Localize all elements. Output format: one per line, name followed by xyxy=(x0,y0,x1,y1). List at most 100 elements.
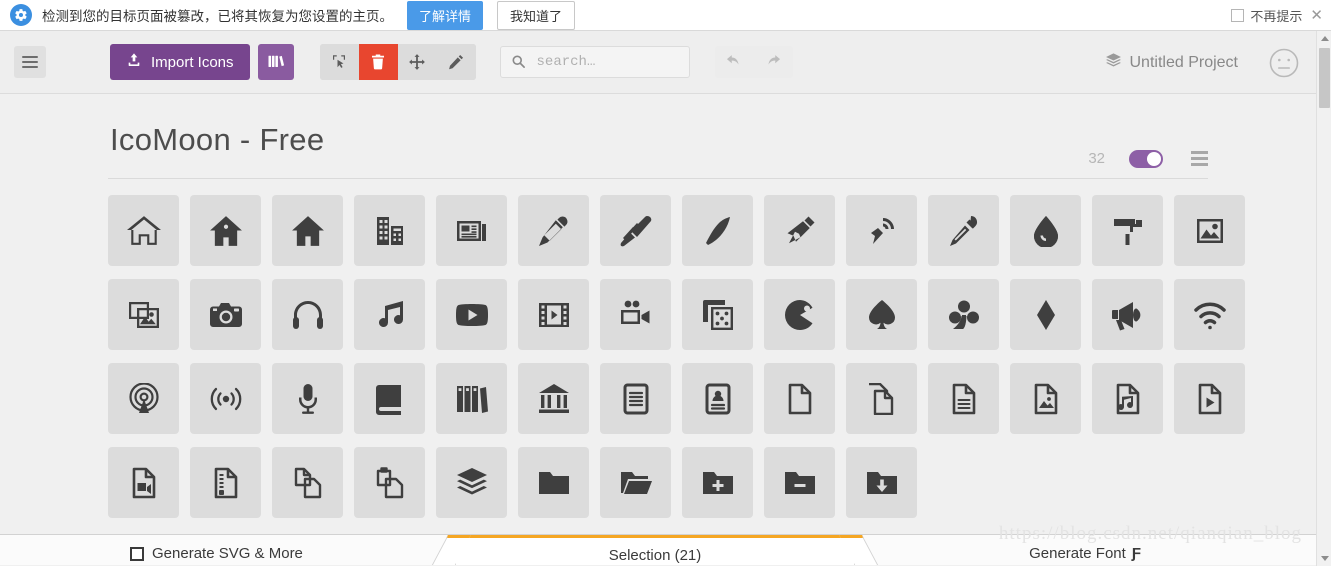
icon-cell-clubs[interactable] xyxy=(928,279,999,350)
icon-cell-dice[interactable] xyxy=(682,279,753,350)
icon-cell-blog[interactable] xyxy=(846,195,917,266)
icon-library-button[interactable] xyxy=(257,44,294,80)
learn-more-button[interactable]: 了解详情 xyxy=(407,0,484,30)
account-face-button[interactable] xyxy=(1268,47,1300,79)
icon-cell-file-picture[interactable] xyxy=(1010,363,1081,434)
redo-arrow-icon xyxy=(768,55,781,65)
search-container xyxy=(499,46,690,78)
icon-cell-file-music[interactable] xyxy=(1092,363,1163,434)
scrollbar-thumb[interactable] xyxy=(1319,48,1330,108)
icon-cell-bullhorn[interactable] xyxy=(1092,279,1163,350)
icon-cell-book[interactable] xyxy=(354,363,425,434)
icon-cell-connection[interactable] xyxy=(1174,279,1245,350)
delete-tool-button[interactable] xyxy=(358,44,398,80)
icon-cell-file-video[interactable] xyxy=(108,447,179,518)
pencil-icon xyxy=(449,54,464,70)
project-name-label: Untitled Project xyxy=(1129,53,1239,71)
icon-cell-pen[interactable] xyxy=(764,195,835,266)
icon-cell-music[interactable] xyxy=(354,279,425,350)
upload-icon xyxy=(126,52,151,72)
icon-cell-folder-minus[interactable] xyxy=(764,447,835,518)
dont-show-again-label: 不再提示 xyxy=(1250,9,1303,24)
icon-cell-copy[interactable] xyxy=(272,447,343,518)
generate-svg-checkbox[interactable] xyxy=(130,546,144,561)
icon-cell-file-text2[interactable] xyxy=(928,363,999,434)
library-books-icon xyxy=(267,52,285,73)
undo-button[interactable] xyxy=(715,46,754,78)
tool-button-group xyxy=(319,44,476,80)
icon-cell-headphones[interactable] xyxy=(272,279,343,350)
generate-svg-label: Generate SVG & More xyxy=(152,545,303,562)
icon-cell-video-camera[interactable] xyxy=(600,279,671,350)
icon-cell-stack[interactable] xyxy=(436,447,507,518)
icon-cell-folder-plus[interactable] xyxy=(682,447,753,518)
icon-grid xyxy=(108,195,1245,518)
project-name-button[interactable]: Untitled Project xyxy=(1105,52,1239,74)
icon-set-content: IcoMoon - Free 32 Generate SVG & More Se… xyxy=(0,94,1316,565)
import-icons-button[interactable]: Import Icons xyxy=(110,44,250,80)
set-menu-icon[interactable] xyxy=(1191,148,1208,169)
selection-tab[interactable]: Selection (21) xyxy=(455,535,855,565)
icon-cell-books[interactable] xyxy=(436,363,507,434)
icon-cell-droplet[interactable] xyxy=(1010,195,1081,266)
icon-cell-folder-open[interactable] xyxy=(600,447,671,518)
stack-layers-icon xyxy=(1105,52,1130,74)
icon-cell-pencil2[interactable] xyxy=(600,195,671,266)
icon-cell-spades[interactable] xyxy=(846,279,917,350)
move-tool-button[interactable] xyxy=(397,44,437,80)
icon-cell-paint-format[interactable] xyxy=(1092,195,1163,266)
icon-cell-quill[interactable] xyxy=(682,195,753,266)
redo-button[interactable] xyxy=(754,46,793,78)
vertical-scrollbar[interactable] xyxy=(1316,31,1331,566)
icon-cell-podcast[interactable] xyxy=(108,363,179,434)
scroll-down-arrow-icon[interactable] xyxy=(1317,551,1331,566)
icon-cell-image[interactable] xyxy=(1174,195,1245,266)
icon-cell-office[interactable] xyxy=(354,195,425,266)
icon-cell-pacman[interactable] xyxy=(764,279,835,350)
icon-cell-eyedropper[interactable] xyxy=(928,195,999,266)
icon-cell-folder-download[interactable] xyxy=(846,447,917,518)
undo-arrow-icon xyxy=(726,55,739,65)
icon-cell-play[interactable] xyxy=(436,279,507,350)
select-tool-button[interactable] xyxy=(319,44,359,80)
dont-show-again-checkbox[interactable] xyxy=(1231,9,1245,22)
icon-cell-camera[interactable] xyxy=(190,279,261,350)
import-icons-label: Import Icons xyxy=(151,53,234,71)
icon-cell-newspaper[interactable] xyxy=(436,195,507,266)
scroll-up-arrow-icon[interactable] xyxy=(1317,31,1331,46)
icon-cell-images[interactable] xyxy=(108,279,179,350)
cursor-select-icon xyxy=(333,55,346,68)
icon-cell-home[interactable] xyxy=(108,195,179,266)
app-menu-button[interactable] xyxy=(14,46,46,78)
icon-cell-mic[interactable] xyxy=(272,363,343,434)
got-it-button[interactable]: 我知道了 xyxy=(497,0,576,30)
generate-svg-tab[interactable]: Generate SVG & More xyxy=(130,545,303,562)
icon-cell-profile[interactable] xyxy=(682,363,753,434)
icon-cell-files-empty[interactable] xyxy=(846,363,917,434)
icon-cell-paste[interactable] xyxy=(354,447,425,518)
icon-cell-file-empty[interactable] xyxy=(764,363,835,434)
neutral-face-icon xyxy=(1269,48,1299,77)
generate-font-tab[interactable]: Generate Font Ƒ xyxy=(1029,545,1141,562)
icon-cell-file-text[interactable] xyxy=(600,363,671,434)
close-icon[interactable]: ✕ xyxy=(1310,8,1323,23)
toggle-knob xyxy=(1147,151,1161,166)
gear-icon xyxy=(10,4,32,26)
icon-cell-pencil[interactable] xyxy=(518,195,589,266)
f-bold-icon: Ƒ xyxy=(1131,545,1141,562)
icon-set-header: IcoMoon - Free 32 xyxy=(108,94,1208,179)
hamburger-icon xyxy=(22,53,38,71)
icon-cell-file-play[interactable] xyxy=(1174,363,1245,434)
icon-cell-library[interactable] xyxy=(518,363,589,434)
set-visibility-toggle[interactable] xyxy=(1129,149,1163,168)
icon-cell-home2[interactable] xyxy=(190,195,261,266)
icon-cell-diamonds[interactable] xyxy=(1010,279,1081,350)
icon-cell-file-zip[interactable] xyxy=(190,447,261,518)
icon-cell-film[interactable] xyxy=(518,279,589,350)
main-toolbar: Import Icons search… Untitled Project xyxy=(0,31,1316,94)
icon-cell-feed[interactable] xyxy=(190,363,261,434)
icon-cell-home3[interactable] xyxy=(272,195,343,266)
icon-cell-folder[interactable] xyxy=(518,447,589,518)
search-input[interactable] xyxy=(499,46,690,78)
edit-tool-button[interactable] xyxy=(436,44,476,80)
